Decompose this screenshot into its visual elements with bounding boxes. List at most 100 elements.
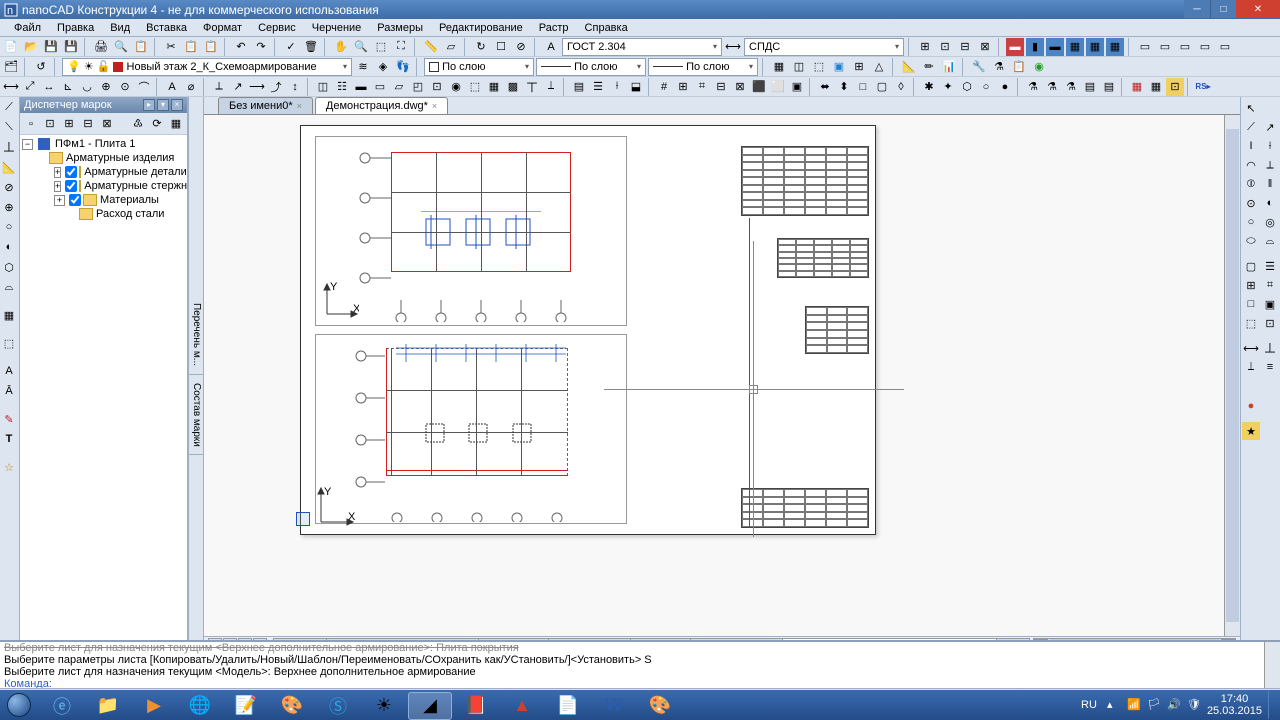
panel-close-button[interactable]: × <box>171 99 183 111</box>
rt-icon[interactable]: ⊙ <box>1242 194 1260 212</box>
d-icon[interactable]: ⊙ <box>116 78 134 96</box>
vport-3-icon[interactable]: ▦ <box>1066 38 1084 56</box>
pt-icon[interactable]: ⊠ <box>98 115 116 133</box>
regen-icon[interactable]: ↻ <box>472 38 490 56</box>
d-icon[interactable]: ⊡ <box>1166 78 1184 96</box>
taskbar-nanocad-icon[interactable]: ◢ <box>408 692 452 720</box>
d-icon[interactable]: ⟂ <box>210 78 228 96</box>
vport-4-icon[interactable]: ▦ <box>1086 38 1104 56</box>
d-icon[interactable]: ▦ <box>1147 78 1165 96</box>
d-icon[interactable]: ○ <box>977 78 995 96</box>
d-icon[interactable]: ✦ <box>939 78 957 96</box>
d-icon[interactable]: ▤ <box>570 78 588 96</box>
new-icon[interactable]: 📄 <box>2 38 20 56</box>
dist-icon[interactable]: 📏 <box>422 38 440 56</box>
d-icon[interactable]: ⊞ <box>674 78 692 96</box>
layerprev-icon[interactable]: ↺ <box>32 58 50 76</box>
rt-icon[interactable]: ⌓ <box>1261 232 1279 250</box>
taskbar-explorer-icon[interactable]: 📁 <box>86 692 130 720</box>
d-icon[interactable]: ⤢ <box>21 78 39 96</box>
open-icon[interactable]: 📂 <box>22 38 40 56</box>
print-icon[interactable]: 🖨 <box>92 38 110 56</box>
lt-icon[interactable]: ⟋ <box>0 98 18 116</box>
d-icon[interactable]: ▤ <box>1100 78 1118 96</box>
menu-insert[interactable]: Вставка <box>138 20 195 36</box>
lt-icon[interactable]: ○ <box>0 218 18 236</box>
d-icon[interactable]: ⟘ <box>542 78 560 96</box>
sidetab-list[interactable]: Перечень м... <box>189 295 203 375</box>
d-icon[interactable]: ▩ <box>504 78 522 96</box>
rt-icon[interactable]: ▢ <box>1242 257 1260 275</box>
close-icon[interactable]: × <box>432 101 437 111</box>
textstyle-combo[interactable]: ГОСТ 2.304▾ <box>562 38 722 56</box>
rt-icon[interactable]: ⊡ <box>1261 314 1279 332</box>
rt-icon[interactable]: ⌗ <box>1261 276 1279 294</box>
pt-icon[interactable]: ⊟ <box>79 115 97 133</box>
menu-draw[interactable]: Черчение <box>304 20 370 36</box>
d-icon[interactable]: ▱ <box>390 78 408 96</box>
d-icon[interactable]: ⬜ <box>769 78 787 96</box>
pt-icon[interactable]: ♳ <box>129 115 147 133</box>
canvas-scrollbar-v[interactable] <box>1224 115 1240 636</box>
vport-3r-icon[interactable]: ▦ <box>1106 38 1124 56</box>
rt-icon[interactable]: ⟷ <box>1242 339 1260 357</box>
menu-service[interactable]: Сервис <box>250 20 304 36</box>
zoomwin-icon[interactable]: ⬚ <box>372 38 390 56</box>
lt-icon[interactable]: 📐 <box>0 158 18 176</box>
rt-icon[interactable]: ◎ <box>1261 213 1279 231</box>
audit-icon[interactable]: ✓ <box>282 38 300 56</box>
taskbar-app-icon[interactable]: 🎨 <box>270 692 314 720</box>
d-icon[interactable]: ▬ <box>352 78 370 96</box>
d-icon[interactable]: ↗ <box>229 78 247 96</box>
d-icon[interactable]: ⌀ <box>182 78 200 96</box>
rt-icon[interactable]: I <box>1242 137 1260 155</box>
save-icon[interactable]: 💾 <box>42 38 60 56</box>
d-icon[interactable]: ⟊ <box>608 78 626 96</box>
pt-icon[interactable]: ⊡ <box>41 115 59 133</box>
lt-icon[interactable]: T <box>0 430 18 448</box>
rt-icon[interactable]: ◐ <box>1261 194 1279 212</box>
zoom-icon[interactable]: 🔍 <box>352 38 370 56</box>
layout3-icon[interactable]: ▭ <box>1176 38 1194 56</box>
d-icon[interactable]: ▭ <box>371 78 389 96</box>
lt-icon[interactable]: ⌓ <box>0 278 18 296</box>
tray-shield-icon[interactable]: 🛡 <box>1187 698 1201 712</box>
copy-icon[interactable]: 📋 <box>182 38 200 56</box>
rt-icon[interactable]: ↗ <box>1261 118 1279 136</box>
area-icon[interactable]: ▱ <box>442 38 460 56</box>
show-desktop-button[interactable] <box>1268 691 1276 719</box>
menu-edit[interactable]: Правка <box>49 20 102 36</box>
lt-icon[interactable]: ☆ <box>0 458 18 476</box>
d-icon[interactable]: ⌒ <box>135 78 153 96</box>
menu-view[interactable]: Вид <box>102 20 138 36</box>
sidetab-mark[interactable]: Состав марки <box>189 375 203 456</box>
t2-7-icon[interactable]: 📐 <box>900 58 918 76</box>
layout5-icon[interactable]: ▭ <box>1216 38 1234 56</box>
menu-dimensions[interactable]: Размеры <box>369 20 431 36</box>
layerprops-icon[interactable]: 🗂 <box>2 58 20 76</box>
preview-icon[interactable]: 🔍 <box>112 38 130 56</box>
lt-text-icon[interactable]: A <box>0 362 18 380</box>
vport-single-icon[interactable]: ▬ <box>1006 38 1024 56</box>
purge-icon[interactable]: 🗑 <box>302 38 320 56</box>
doc-tab-active[interactable]: Демонстрация.dwg*× <box>315 97 448 114</box>
rt-cursor-icon[interactable]: ↖ <box>1242 99 1260 117</box>
snap2-icon[interactable]: ⊡ <box>936 38 954 56</box>
pt-icon[interactable]: ⊞ <box>60 115 78 133</box>
selectall-icon[interactable]: ☐ <box>492 38 510 56</box>
d-icon[interactable]: ◰ <box>409 78 427 96</box>
zoomext-icon[interactable]: ⛶ <box>392 38 410 56</box>
t2-1-icon[interactable]: ▦ <box>770 58 788 76</box>
rt-icon[interactable]: ⦶ <box>1242 175 1260 193</box>
taskbar-paint-icon[interactable]: 🎨 <box>638 692 682 720</box>
d-icon[interactable]: ◡ <box>78 78 96 96</box>
tree-item[interactable]: +Арматурные детали <box>22 165 185 179</box>
vport-2v-icon[interactable]: ▮ <box>1026 38 1044 56</box>
d-icon[interactable]: # <box>655 78 673 96</box>
d-icon[interactable]: ● <box>996 78 1014 96</box>
layeriso-icon[interactable]: ◈ <box>374 58 392 76</box>
command-window[interactable]: Выберите лист для назначения текущим <Ве… <box>0 640 1280 688</box>
taskbar-ie-icon[interactable]: ⓔ <box>40 692 84 720</box>
pt-icon[interactable]: ▦ <box>167 115 185 133</box>
d-icon[interactable]: □ <box>854 78 872 96</box>
